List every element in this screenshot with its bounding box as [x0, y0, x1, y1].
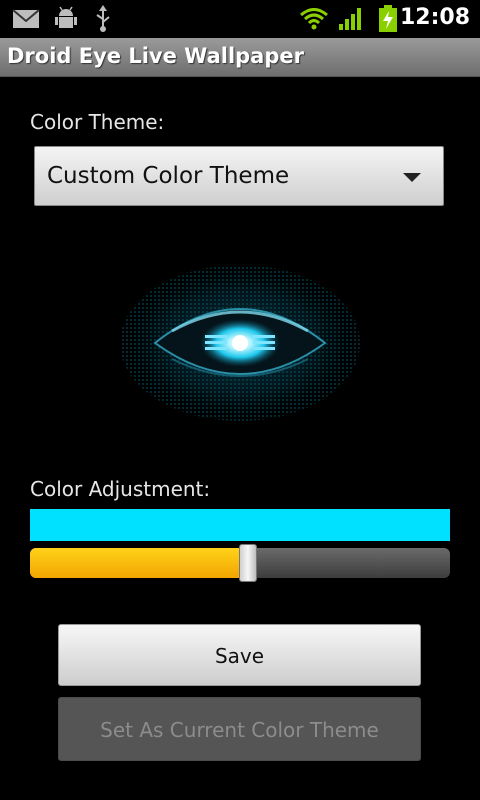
android-debug-icon [55, 6, 77, 28]
color-theme-selected: Custom Color Theme [47, 163, 290, 189]
color-theme-label: Color Theme: [30, 110, 165, 134]
status-time: 12:08 [399, 5, 470, 30]
color-preview-swatch [30, 509, 450, 541]
status-bar: 12:08 [0, 0, 480, 38]
slider-fill [30, 548, 248, 578]
gmail-icon [12, 9, 40, 28]
set-current-theme-button[interactable]: Set As Current Color Theme [58, 697, 421, 761]
usb-icon [96, 5, 110, 32]
wifi-icon [300, 8, 328, 30]
save-button[interactable]: Save [58, 624, 421, 686]
color-theme-dropdown[interactable]: Custom Color Theme [34, 146, 444, 206]
signal-icon [339, 8, 361, 30]
slider-thumb[interactable] [239, 544, 257, 582]
app-title: Droid Eye Live Wallpaper [7, 44, 304, 68]
color-adjustment-label: Color Adjustment: [30, 477, 211, 501]
title-bar: Droid Eye Live Wallpaper [0, 38, 480, 77]
eye-preview-image [112, 258, 368, 428]
dropdown-arrow-icon [403, 173, 421, 182]
battery-charging-icon [379, 5, 397, 32]
